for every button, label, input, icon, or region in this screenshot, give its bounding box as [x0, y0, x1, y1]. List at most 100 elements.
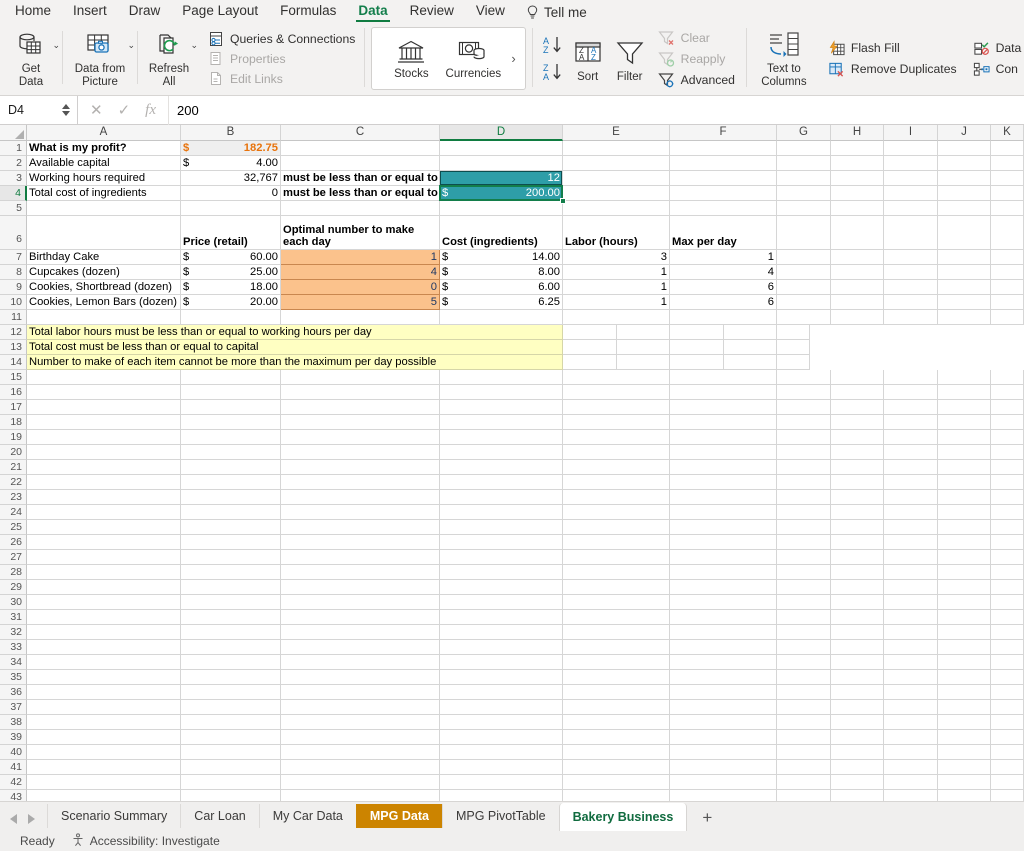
cell-f42[interactable]: [670, 775, 777, 790]
cell-a28[interactable]: [27, 565, 181, 580]
cell-i22[interactable]: [884, 475, 938, 490]
cell-b43[interactable]: [181, 790, 281, 801]
cell-a30[interactable]: [27, 595, 181, 610]
row-header-2[interactable]: 2: [0, 156, 27, 171]
cell-a4[interactable]: Total cost of ingredients: [27, 186, 181, 201]
cell-a38[interactable]: [27, 715, 181, 730]
cell-d43[interactable]: [440, 790, 563, 801]
cell-j11[interactable]: [938, 310, 991, 325]
cell-i8[interactable]: [884, 265, 938, 280]
cell-g39[interactable]: [777, 730, 831, 745]
reapply-filter-button[interactable]: Reapply: [655, 49, 740, 69]
cell-b41[interactable]: [181, 760, 281, 775]
cell-k36[interactable]: [991, 685, 1024, 700]
cell-b8[interactable]: $25.00: [181, 265, 281, 280]
cell-f24[interactable]: [670, 505, 777, 520]
cell-j8[interactable]: [938, 265, 991, 280]
sort-ascending-icon[interactable]: AZ: [542, 35, 564, 55]
cell-d39[interactable]: [440, 730, 563, 745]
cell-g43[interactable]: [777, 790, 831, 801]
queries-and-connections-button[interactable]: Queries & Connections: [204, 29, 360, 48]
cell-c21[interactable]: [281, 460, 440, 475]
cell-a12-note[interactable]: Total labor hours must be less than or e…: [27, 325, 563, 340]
cell-h4[interactable]: [831, 186, 884, 201]
cell-d23[interactable]: [440, 490, 563, 505]
cell-e36[interactable]: [563, 685, 670, 700]
cell-k33[interactable]: [991, 640, 1024, 655]
cell-c19[interactable]: [281, 430, 440, 445]
cell-i13[interactable]: [670, 340, 724, 355]
cell-c40[interactable]: [281, 745, 440, 760]
cell-c30[interactable]: [281, 595, 440, 610]
row-header-32[interactable]: 32: [0, 625, 27, 640]
sort-button[interactable]: Z A A Z Sort: [567, 33, 609, 84]
cell-b4[interactable]: 0: [181, 186, 281, 201]
cell-k42[interactable]: [991, 775, 1024, 790]
cell-a19[interactable]: [27, 430, 181, 445]
cell-g10[interactable]: [777, 295, 831, 310]
cell-e35[interactable]: [563, 670, 670, 685]
row-header-25[interactable]: 25: [0, 520, 27, 535]
cell-c11[interactable]: [281, 310, 440, 325]
cell-d20[interactable]: [440, 445, 563, 460]
cell-h1[interactable]: [831, 141, 884, 156]
cell-a18[interactable]: [27, 415, 181, 430]
cell-a29[interactable]: [27, 580, 181, 595]
ribbon-tab-home[interactable]: Home: [4, 0, 62, 22]
cell-d16[interactable]: [440, 385, 563, 400]
column-header-d[interactable]: D: [440, 125, 563, 141]
fill-handle[interactable]: [560, 198, 566, 204]
cell-b38[interactable]: [181, 715, 281, 730]
cell-j27[interactable]: [938, 550, 991, 565]
cell-d26[interactable]: [440, 535, 563, 550]
cell-g16[interactable]: [777, 385, 831, 400]
cell-d4[interactable]: $200.00: [440, 186, 563, 201]
row-header-4[interactable]: 4: [0, 186, 27, 201]
cell-d6[interactable]: Cost (ingredients): [440, 216, 563, 250]
cell-g29[interactable]: [777, 580, 831, 595]
row-header-1[interactable]: 1: [0, 141, 27, 156]
cell-k2[interactable]: [991, 156, 1024, 171]
cell-b29[interactable]: [181, 580, 281, 595]
cell-g15[interactable]: [777, 370, 831, 385]
cell-k25[interactable]: [991, 520, 1024, 535]
cell-f28[interactable]: [670, 565, 777, 580]
cell-i36[interactable]: [884, 685, 938, 700]
cell-b10[interactable]: $20.00: [181, 295, 281, 310]
cell-h27[interactable]: [831, 550, 884, 565]
cell-i11[interactable]: [884, 310, 938, 325]
formula-input[interactable]: 200: [167, 95, 1024, 125]
cell-k35[interactable]: [991, 670, 1024, 685]
cell-j25[interactable]: [938, 520, 991, 535]
cell-k14[interactable]: [777, 355, 810, 370]
cell-e39[interactable]: [563, 730, 670, 745]
cell-j42[interactable]: [938, 775, 991, 790]
cell-e5[interactable]: [563, 201, 670, 216]
column-header-b[interactable]: B: [181, 125, 281, 141]
cell-j41[interactable]: [938, 760, 991, 775]
cell-h38[interactable]: [831, 715, 884, 730]
cell-e34[interactable]: [563, 655, 670, 670]
cell-g41[interactable]: [777, 760, 831, 775]
cell-g24[interactable]: [777, 505, 831, 520]
cell-a16[interactable]: [27, 385, 181, 400]
cell-g37[interactable]: [777, 700, 831, 715]
cell-b3[interactable]: 32,767: [181, 171, 281, 186]
cell-f5[interactable]: [670, 201, 777, 216]
tell-me-button[interactable]: Tell me: [516, 5, 597, 22]
cell-f17[interactable]: [670, 400, 777, 415]
cell-e9[interactable]: 1: [563, 280, 670, 295]
cell-b33[interactable]: [181, 640, 281, 655]
cell-f38[interactable]: [670, 715, 777, 730]
row-header-13[interactable]: 13: [0, 340, 27, 355]
cell-c43[interactable]: [281, 790, 440, 801]
cell-j29[interactable]: [938, 580, 991, 595]
cell-j3[interactable]: [938, 171, 991, 186]
cell-j17[interactable]: [938, 400, 991, 415]
cell-e23[interactable]: [563, 490, 670, 505]
cell-d11[interactable]: [440, 310, 563, 325]
cell-j28[interactable]: [938, 565, 991, 580]
cell-b5[interactable]: [181, 201, 281, 216]
cell-c8[interactable]: 4: [281, 265, 440, 280]
cell-f31[interactable]: [670, 610, 777, 625]
